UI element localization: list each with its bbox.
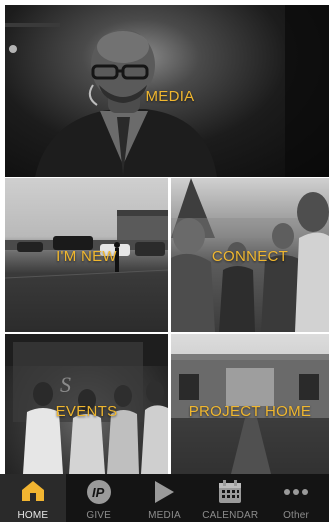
tab-calendar[interactable]: CALENDAR xyxy=(197,474,263,522)
events-tile[interactable]: S EVENTS xyxy=(5,334,168,474)
svg-text:IP: IP xyxy=(92,485,105,500)
svg-text:S: S xyxy=(60,372,71,397)
connect-tile-label: CONNECT xyxy=(211,248,289,265)
give-icon: IP xyxy=(86,480,111,504)
bottom-tab-bar: HOME IP GIVE MEDIA CALENDAR Other xyxy=(0,474,329,522)
tab-give[interactable]: IP GIVE xyxy=(66,474,132,522)
events-tile-label: EVENTS xyxy=(55,403,118,420)
tab-other[interactable]: Other xyxy=(263,474,329,522)
connect-tile[interactable]: CONNECT xyxy=(171,178,329,332)
media-tile[interactable]: MEDIA xyxy=(5,5,329,177)
play-icon xyxy=(155,481,175,503)
tab-other-label: Other xyxy=(283,510,310,521)
im-new-tile[interactable]: I'M NEW xyxy=(5,178,168,332)
tab-media[interactable]: MEDIA xyxy=(132,474,198,522)
project-home-tile-label: PROJECT HOME xyxy=(188,403,312,420)
calendar-icon xyxy=(219,480,242,503)
project-home-tile[interactable]: PROJECT HOME xyxy=(171,334,329,474)
home-screen: MEDIA I'M NEW CONNECT S EVENTS PROJECT H… xyxy=(0,0,329,522)
tab-calendar-label: CALENDAR xyxy=(202,510,259,521)
tab-home-label: HOME xyxy=(17,510,49,521)
home-icon xyxy=(21,481,44,501)
tab-give-label: GIVE xyxy=(86,510,112,521)
tab-media-label: MEDIA xyxy=(148,510,181,521)
tab-home[interactable]: HOME xyxy=(0,474,66,522)
media-tile-label: MEDIA xyxy=(145,88,195,105)
more-icon xyxy=(284,489,309,495)
im-new-tile-label: I'M NEW xyxy=(56,248,117,265)
